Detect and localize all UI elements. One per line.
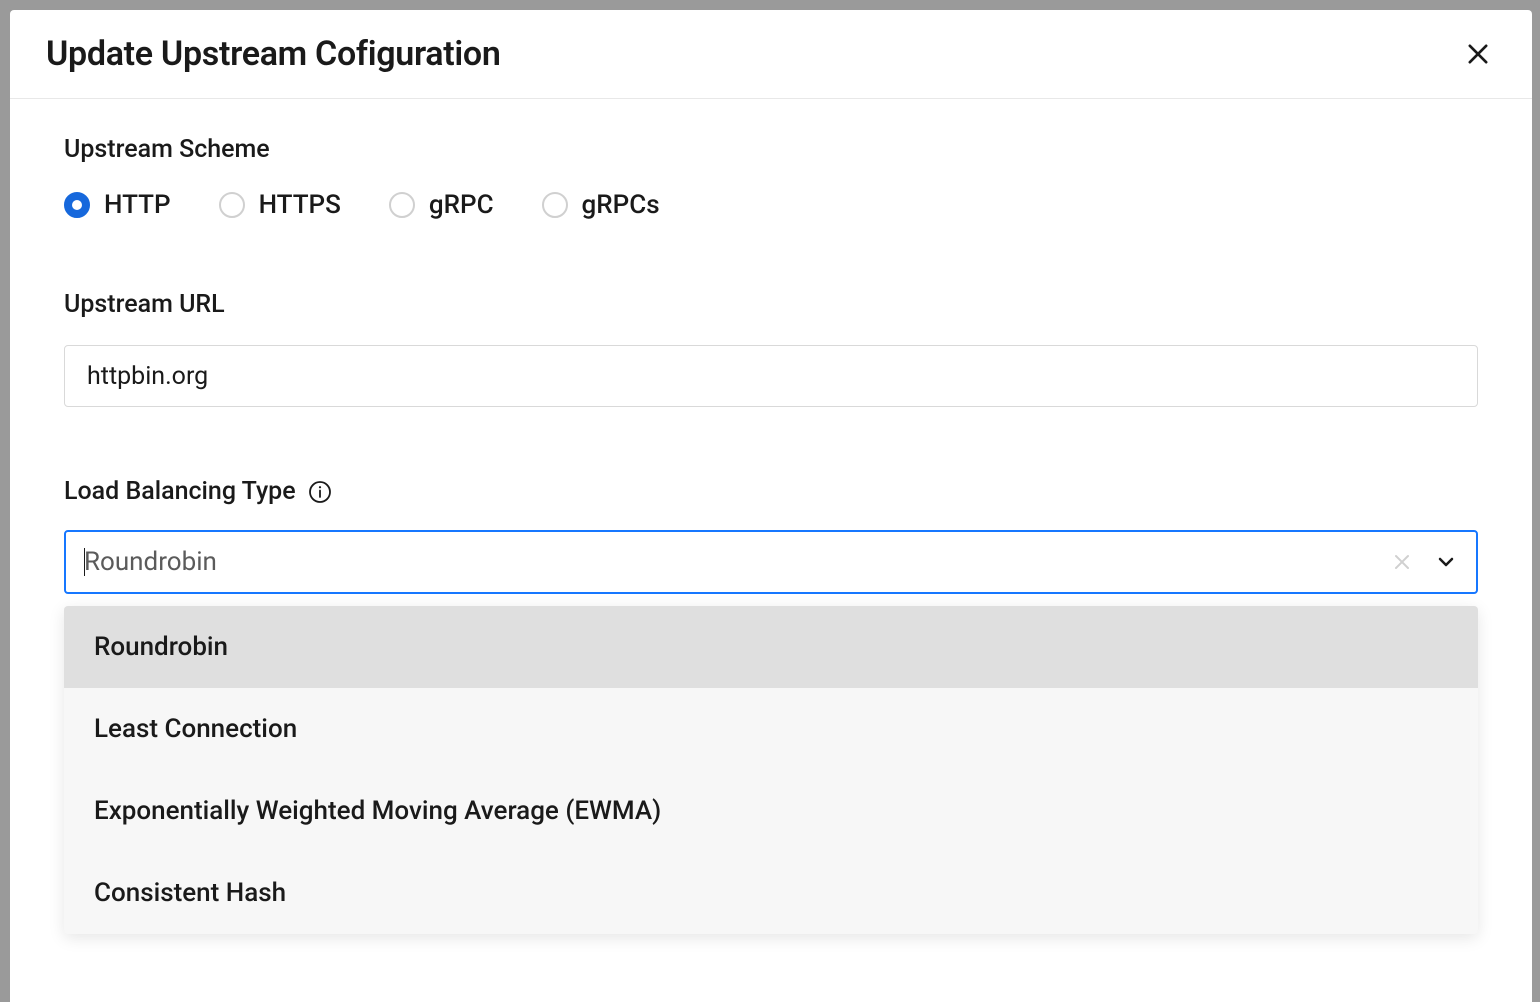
upstream-scheme-label: Upstream Scheme bbox=[64, 135, 1478, 164]
load-balancing-select-wrapper: Roundrobin bbox=[64, 530, 1478, 594]
scheme-radio-http[interactable]: HTTP bbox=[64, 190, 171, 220]
close-icon bbox=[1464, 40, 1492, 68]
info-icon[interactable] bbox=[308, 480, 332, 504]
load-balancing-section: Load Balancing Type Roundrobin bbox=[64, 477, 1478, 594]
radio-circle-icon bbox=[219, 192, 245, 218]
upstream-url-label: Upstream URL bbox=[64, 290, 1478, 319]
load-balancing-select[interactable]: Roundrobin bbox=[64, 530, 1478, 594]
scheme-radio-grpcs[interactable]: gRPCs bbox=[542, 190, 660, 220]
clear-icon[interactable] bbox=[1390, 550, 1414, 574]
radio-label: gRPCs bbox=[582, 190, 660, 220]
dropdown-option-ewma[interactable]: Exponentially Weighted Moving Average (E… bbox=[64, 770, 1478, 852]
select-value: Roundrobin bbox=[84, 547, 1386, 577]
close-button[interactable] bbox=[1460, 36, 1496, 72]
load-balancing-dropdown: Roundrobin Least Connection Exponentiall… bbox=[64, 606, 1478, 934]
modal-body: Upstream Scheme HTTP HTTPS gRPC gRPCs bbox=[10, 99, 1532, 1002]
upstream-url-section: Upstream URL bbox=[64, 290, 1478, 407]
modal-title: Update Upstream Cofiguration bbox=[46, 34, 501, 74]
chevron-down-icon[interactable] bbox=[1434, 550, 1458, 574]
upstream-url-input[interactable] bbox=[64, 345, 1478, 407]
select-value-text: Roundrobin bbox=[84, 547, 217, 577]
modal-header: Update Upstream Cofiguration bbox=[10, 10, 1532, 99]
load-balancing-label: Load Balancing Type bbox=[64, 477, 1478, 506]
radio-circle-icon bbox=[389, 192, 415, 218]
radio-label: HTTP bbox=[104, 190, 171, 220]
update-upstream-modal: Update Upstream Cofiguration Upstream Sc… bbox=[10, 10, 1532, 1002]
scheme-radio-grpc[interactable]: gRPC bbox=[389, 190, 494, 220]
radio-circle-icon bbox=[64, 192, 90, 218]
radio-label: gRPC bbox=[429, 190, 494, 220]
upstream-scheme-section: Upstream Scheme HTTP HTTPS gRPC gRPCs bbox=[64, 135, 1478, 220]
select-icon-group bbox=[1390, 550, 1458, 574]
radio-circle-icon bbox=[542, 192, 568, 218]
radio-label: HTTPS bbox=[259, 190, 341, 220]
text-cursor bbox=[84, 548, 85, 576]
scheme-radio-group: HTTP HTTPS gRPC gRPCs bbox=[64, 190, 1478, 220]
dropdown-option-roundrobin[interactable]: Roundrobin bbox=[64, 606, 1478, 688]
dropdown-option-least-connection[interactable]: Least Connection bbox=[64, 688, 1478, 770]
load-balancing-label-text: Load Balancing Type bbox=[64, 477, 296, 506]
dropdown-option-consistent-hash[interactable]: Consistent Hash bbox=[64, 852, 1478, 934]
scheme-radio-https[interactable]: HTTPS bbox=[219, 190, 341, 220]
